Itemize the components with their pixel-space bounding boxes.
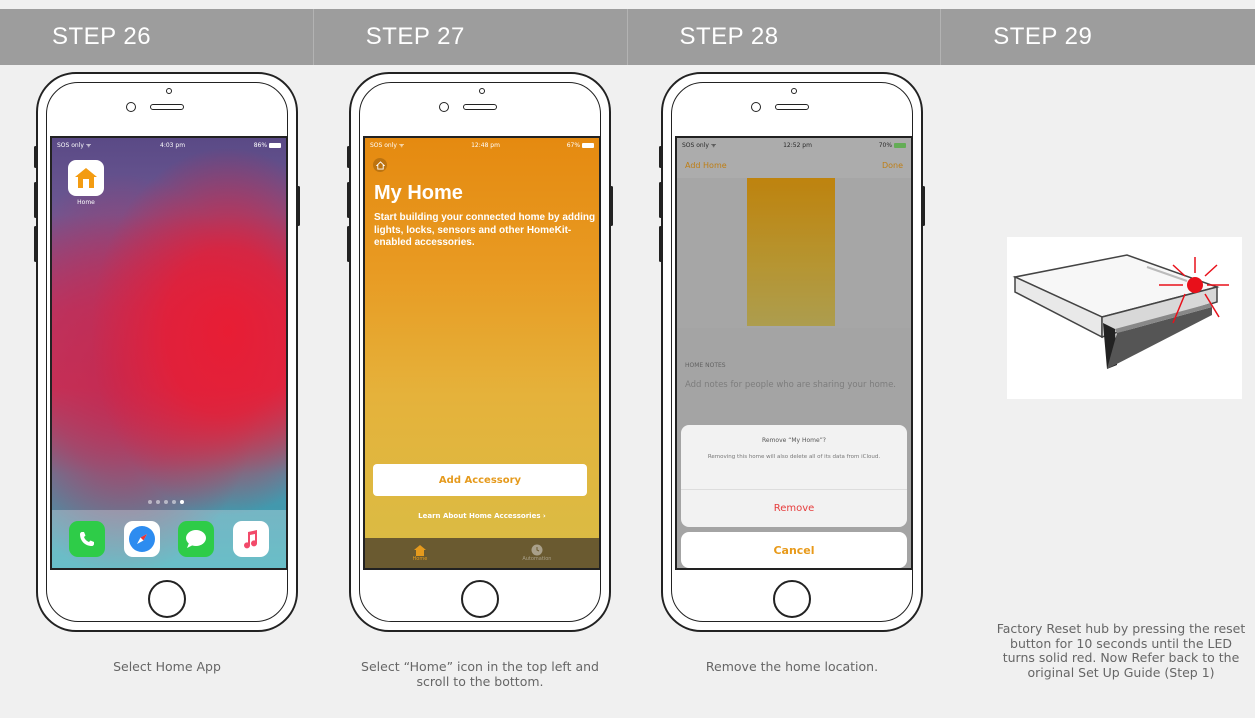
home-location-button[interactable] [373, 158, 387, 172]
proximity-sensor [439, 102, 449, 112]
step-28-label: STEP 28 [679, 23, 779, 50]
page-title: My Home [374, 182, 463, 204]
power-button [297, 186, 300, 226]
cancel-button[interactable]: Cancel [681, 532, 907, 568]
mute-switch [34, 146, 37, 168]
home-app-icon[interactable] [68, 160, 104, 196]
remove-button[interactable]: Remove [681, 489, 907, 527]
phone-icon[interactable] [69, 521, 106, 557]
mute-switch [659, 146, 662, 168]
hub-illustration [1007, 237, 1242, 399]
remove-home-sheet: Remove “My Home”? Removing this home wil… [681, 425, 907, 527]
status-carrier: SOS only ᯤ [370, 142, 405, 149]
status-bar: SOS only ᯤ 12:48 pm 67% [365, 138, 599, 152]
steps-header: STEP 26 STEP 27 STEP 28 STEP 29 [0, 9, 1255, 65]
messages-icon[interactable] [178, 521, 215, 557]
earpiece-speaker [463, 104, 497, 110]
status-battery: 86% [254, 142, 281, 149]
proximity-sensor [751, 102, 761, 112]
sheet-title: Remove “My Home”? [761, 437, 826, 444]
power-button [610, 186, 613, 226]
volume-down-button [347, 226, 350, 262]
volume-up-button [347, 182, 350, 218]
status-battery: 67% [567, 142, 594, 149]
home-button [773, 580, 811, 618]
status-bar: SOS only ᯤ 4:03 pm 86% [52, 138, 286, 152]
front-camera [166, 88, 172, 94]
step-29-caption: Factory Reset hub by pressing the reset … [996, 621, 1246, 680]
status-carrier: SOS only ᯤ [57, 142, 92, 149]
tab-home-label: Home [412, 555, 428, 562]
earpiece-speaker [150, 104, 184, 110]
home-button [461, 580, 499, 618]
status-time: 12:48 pm [471, 141, 500, 149]
dock [52, 510, 286, 568]
volume-up-button [34, 182, 37, 218]
step-26-header: STEP 26 [0, 9, 314, 65]
volume-down-button [659, 226, 662, 262]
status-time: 4:03 pm [160, 141, 186, 149]
led-icon [1187, 277, 1203, 293]
step-29-label: STEP 29 [993, 23, 1093, 50]
phone-screen: SOS only ᯤ 4:03 pm 86% Home [50, 136, 288, 570]
phone-step-26: SOS only ᯤ 4:03 pm 86% Home [34, 72, 300, 632]
step-26-caption: Select Home App [113, 659, 221, 674]
proximity-sensor [126, 102, 136, 112]
front-camera [791, 88, 797, 94]
add-accessory-button[interactable]: Add Accessory [373, 464, 587, 496]
step-26-label: STEP 26 [52, 23, 152, 50]
safari-icon[interactable] [123, 521, 160, 557]
house-icon [75, 168, 97, 188]
phone-screen: SOS only ᯤ 12:48 pm 67% My Home Start bu… [363, 136, 601, 570]
phone-step-27: SOS only ᯤ 12:48 pm 67% My Home Start bu… [347, 72, 613, 632]
hub-reset-illustration [1012, 254, 1229, 369]
tab-automation-label: Automation [522, 556, 552, 562]
tab-automation[interactable]: Automation [522, 544, 551, 562]
step-27-label: STEP 27 [365, 23, 465, 50]
sheet-message: Removing this home will also delete all … [707, 454, 881, 460]
phone-screen: SOS only ᯤ 12:52 pm 70% Add Home Done HO… [675, 136, 913, 570]
earpiece-speaker [775, 104, 809, 110]
music-icon[interactable] [232, 521, 269, 557]
step-27-header: STEP 27 [314, 9, 628, 65]
phone-step-28: SOS only ᯤ 12:52 pm 70% Add Home Done HO… [659, 72, 925, 632]
page-dots [148, 500, 184, 504]
learn-accessories-link[interactable]: Learn About Home Accessories › [365, 512, 599, 520]
volume-down-button [34, 226, 37, 262]
mute-switch [347, 146, 350, 168]
house-icon [375, 160, 385, 170]
home-button [148, 580, 186, 618]
tab-home[interactable]: Home [412, 544, 428, 562]
step-28-header: STEP 28 [628, 9, 942, 65]
tab-bar: Home Automation [365, 538, 599, 568]
step-29-header: STEP 29 [941, 9, 1255, 65]
step-27-caption: Select “Home” icon in the top left and s… [361, 659, 599, 689]
power-button [922, 186, 925, 226]
front-camera [479, 88, 485, 94]
home-app-label: Home [77, 199, 95, 206]
house-icon [413, 544, 426, 556]
page-description: Start building your connected home by ad… [374, 212, 596, 248]
step-28-caption: Remove the home location. [705, 659, 879, 674]
volume-up-button [659, 182, 662, 218]
clock-icon [531, 544, 543, 556]
